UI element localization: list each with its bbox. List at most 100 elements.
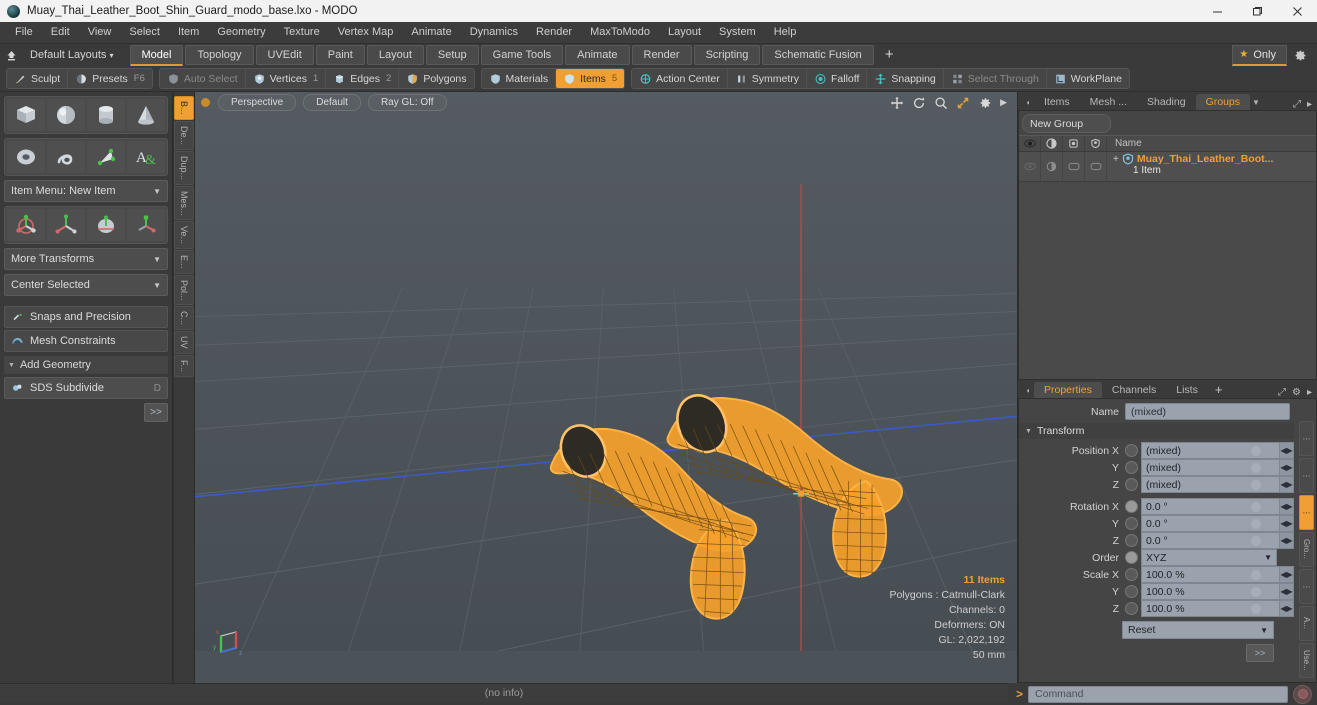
- menu-vertex-map[interactable]: Vertex Map: [329, 22, 403, 43]
- left-vtab-deform[interactable]: De...: [174, 120, 194, 150]
- rotation-x-field[interactable]: 0.0 °: [1141, 498, 1280, 515]
- symmetry-button[interactable]: Symmetry: [728, 69, 807, 88]
- scale-y-stepper[interactable]: ◀▶: [1280, 583, 1294, 600]
- scale-x-stepper[interactable]: ◀▶: [1280, 566, 1294, 583]
- name-field[interactable]: (mixed): [1125, 403, 1290, 420]
- menu-edit[interactable]: Edit: [42, 22, 79, 43]
- default-layouts-dropdown[interactable]: Default Layouts ▾: [22, 49, 122, 61]
- menu-file[interactable]: File: [6, 22, 42, 43]
- prop-vtab-3[interactable]: ⋮: [1299, 495, 1314, 530]
- row-lock-toggle[interactable]: [1063, 152, 1085, 181]
- prop-vtab-assembly[interactable]: A...: [1299, 606, 1314, 641]
- add-layout-tab-button[interactable]: +: [876, 46, 903, 64]
- scale-z-field[interactable]: 100.0 %: [1141, 600, 1280, 617]
- layout-tab-uvedit[interactable]: UVEdit: [255, 45, 314, 65]
- expand-plus-icon[interactable]: +: [1113, 154, 1119, 165]
- row-select-toggle[interactable]: [1085, 152, 1107, 181]
- spiral-icon[interactable]: [47, 141, 85, 173]
- rotate-icon[interactable]: [912, 96, 926, 110]
- tab-groups[interactable]: Groups: [1195, 94, 1251, 110]
- command-input[interactable]: Command: [1028, 685, 1288, 703]
- cone-icon[interactable]: [127, 99, 165, 131]
- lock-icon[interactable]: [1063, 136, 1085, 151]
- position-z-field[interactable]: (mixed): [1141, 476, 1280, 493]
- expand-properties-button[interactable]: >>: [1246, 644, 1274, 662]
- snapping-button[interactable]: Snapping: [867, 69, 944, 88]
- position-z-knob[interactable]: [1125, 478, 1138, 491]
- position-y-knob[interactable]: [1125, 461, 1138, 474]
- layout-tab-paint[interactable]: Paint: [315, 45, 365, 65]
- item-list-empty-area[interactable]: [1019, 182, 1316, 379]
- left-vtab-curve[interactable]: C...: [174, 306, 194, 331]
- rotation-z-knob[interactable]: [1125, 534, 1138, 547]
- menu-help[interactable]: Help: [765, 22, 806, 43]
- viewport-menu-dot[interactable]: [201, 98, 210, 107]
- new-group-button[interactable]: New Group: [1022, 114, 1111, 133]
- text-icon[interactable]: A &: [127, 141, 165, 173]
- position-y-field[interactable]: (mixed): [1141, 459, 1280, 476]
- more-transforms-dropdown[interactable]: More Transforms ▼: [4, 248, 168, 270]
- scale-z-knob[interactable]: [1125, 602, 1138, 615]
- presets-button[interactable]: Presets F6: [68, 69, 152, 88]
- tab-lists[interactable]: Lists: [1166, 382, 1208, 398]
- left-vtab-mesh[interactable]: Mes...: [174, 185, 194, 221]
- chevron-right-icon[interactable]: ▸: [1307, 99, 1312, 110]
- layout-tab-animate[interactable]: Animate: [565, 45, 630, 65]
- tab-properties[interactable]: Properties: [1034, 382, 1102, 398]
- item-menu-dropdown[interactable]: Item Menu: New Item ▼: [4, 180, 168, 202]
- row-render-toggle[interactable]: [1041, 152, 1063, 181]
- layout-tab-render[interactable]: Render: [631, 45, 692, 65]
- polygons-button[interactable]: Polygons: [399, 69, 473, 88]
- scale-z-stepper[interactable]: ◀▶: [1280, 600, 1294, 617]
- position-z-stepper[interactable]: ◀▶: [1280, 476, 1294, 493]
- position-x-stepper[interactable]: ◀▶: [1280, 442, 1294, 459]
- materials-button[interactable]: Materials: [482, 69, 557, 88]
- sculpt-button[interactable]: Sculpt: [7, 69, 69, 88]
- edges-button[interactable]: Edges 2: [326, 69, 400, 88]
- tab-shading[interactable]: Shading: [1137, 94, 1196, 110]
- 3d-viewport[interactable]: Perspective Default Ray GL: Off ▶ x y z …: [194, 92, 1017, 683]
- menu-dynamics[interactable]: Dynamics: [461, 22, 527, 43]
- rotation-y-stepper[interactable]: ◀▶: [1280, 515, 1294, 532]
- sds-subdivide-button[interactable]: SDS Subdivide D: [4, 377, 168, 399]
- mesh-constraints-button[interactable]: Mesh Constraints: [4, 330, 168, 352]
- left-vtab-vertex[interactable]: Ve...: [174, 221, 194, 250]
- maximize-panel-icon[interactable]: ⤢: [1293, 99, 1301, 110]
- left-vtab-uv[interactable]: UV: [174, 331, 194, 354]
- table-row[interactable]: + Muay_Thai_Leather_Boot... 1 Item: [1019, 152, 1316, 182]
- menu-system[interactable]: System: [710, 22, 765, 43]
- torus-icon[interactable]: [7, 141, 45, 173]
- menu-animate[interactable]: Animate: [402, 22, 460, 43]
- chevron-right-icon[interactable]: ▸: [1307, 387, 1312, 398]
- viewport-view-mode-button[interactable]: Perspective: [218, 94, 297, 111]
- prop-vtab-2[interactable]: ⋮: [1299, 458, 1314, 493]
- chevron-down-icon[interactable]: ▼: [1250, 94, 1262, 110]
- minimize-button[interactable]: [1197, 0, 1237, 22]
- left-vtab-fusion[interactable]: F...: [174, 354, 194, 377]
- gear-icon[interactable]: [978, 96, 992, 110]
- menu-view[interactable]: View: [79, 22, 121, 43]
- scale-x-knob[interactable]: [1125, 568, 1138, 581]
- cylinder-icon[interactable]: [87, 99, 125, 131]
- row-visibility-toggle[interactable]: [1019, 152, 1041, 181]
- auto-select-button[interactable]: Auto Select: [160, 69, 246, 88]
- zoom-icon[interactable]: [934, 96, 948, 110]
- left-vtab-edge[interactable]: E...: [174, 250, 194, 274]
- left-vtab-basic[interactable]: B...: [174, 96, 194, 120]
- eye-icon[interactable]: [1019, 136, 1041, 151]
- action-center-button[interactable]: Action Center: [632, 69, 728, 88]
- workplane-button[interactable]: WorkPlane: [1047, 69, 1129, 88]
- layout-tab-schematic-fusion[interactable]: Schematic Fusion: [762, 45, 874, 65]
- prop-vtab-5[interactable]: ⋮: [1299, 569, 1314, 604]
- rotation-x-knob[interactable]: [1125, 500, 1138, 513]
- tab-channels[interactable]: Channels: [1102, 382, 1166, 398]
- menu-geometry[interactable]: Geometry: [208, 22, 274, 43]
- panel-menu-arrow-icon[interactable]: ◖: [1022, 94, 1034, 110]
- rotation-z-field[interactable]: 0.0 °: [1141, 532, 1280, 549]
- menu-item[interactable]: Item: [169, 22, 208, 43]
- viewport-raygl-button[interactable]: Ray GL: Off: [367, 94, 447, 111]
- items-button[interactable]: Items 5: [556, 69, 625, 88]
- close-button[interactable]: [1277, 0, 1317, 22]
- move-tool-icon[interactable]: [7, 209, 45, 241]
- sphere-icon[interactable]: [47, 99, 85, 131]
